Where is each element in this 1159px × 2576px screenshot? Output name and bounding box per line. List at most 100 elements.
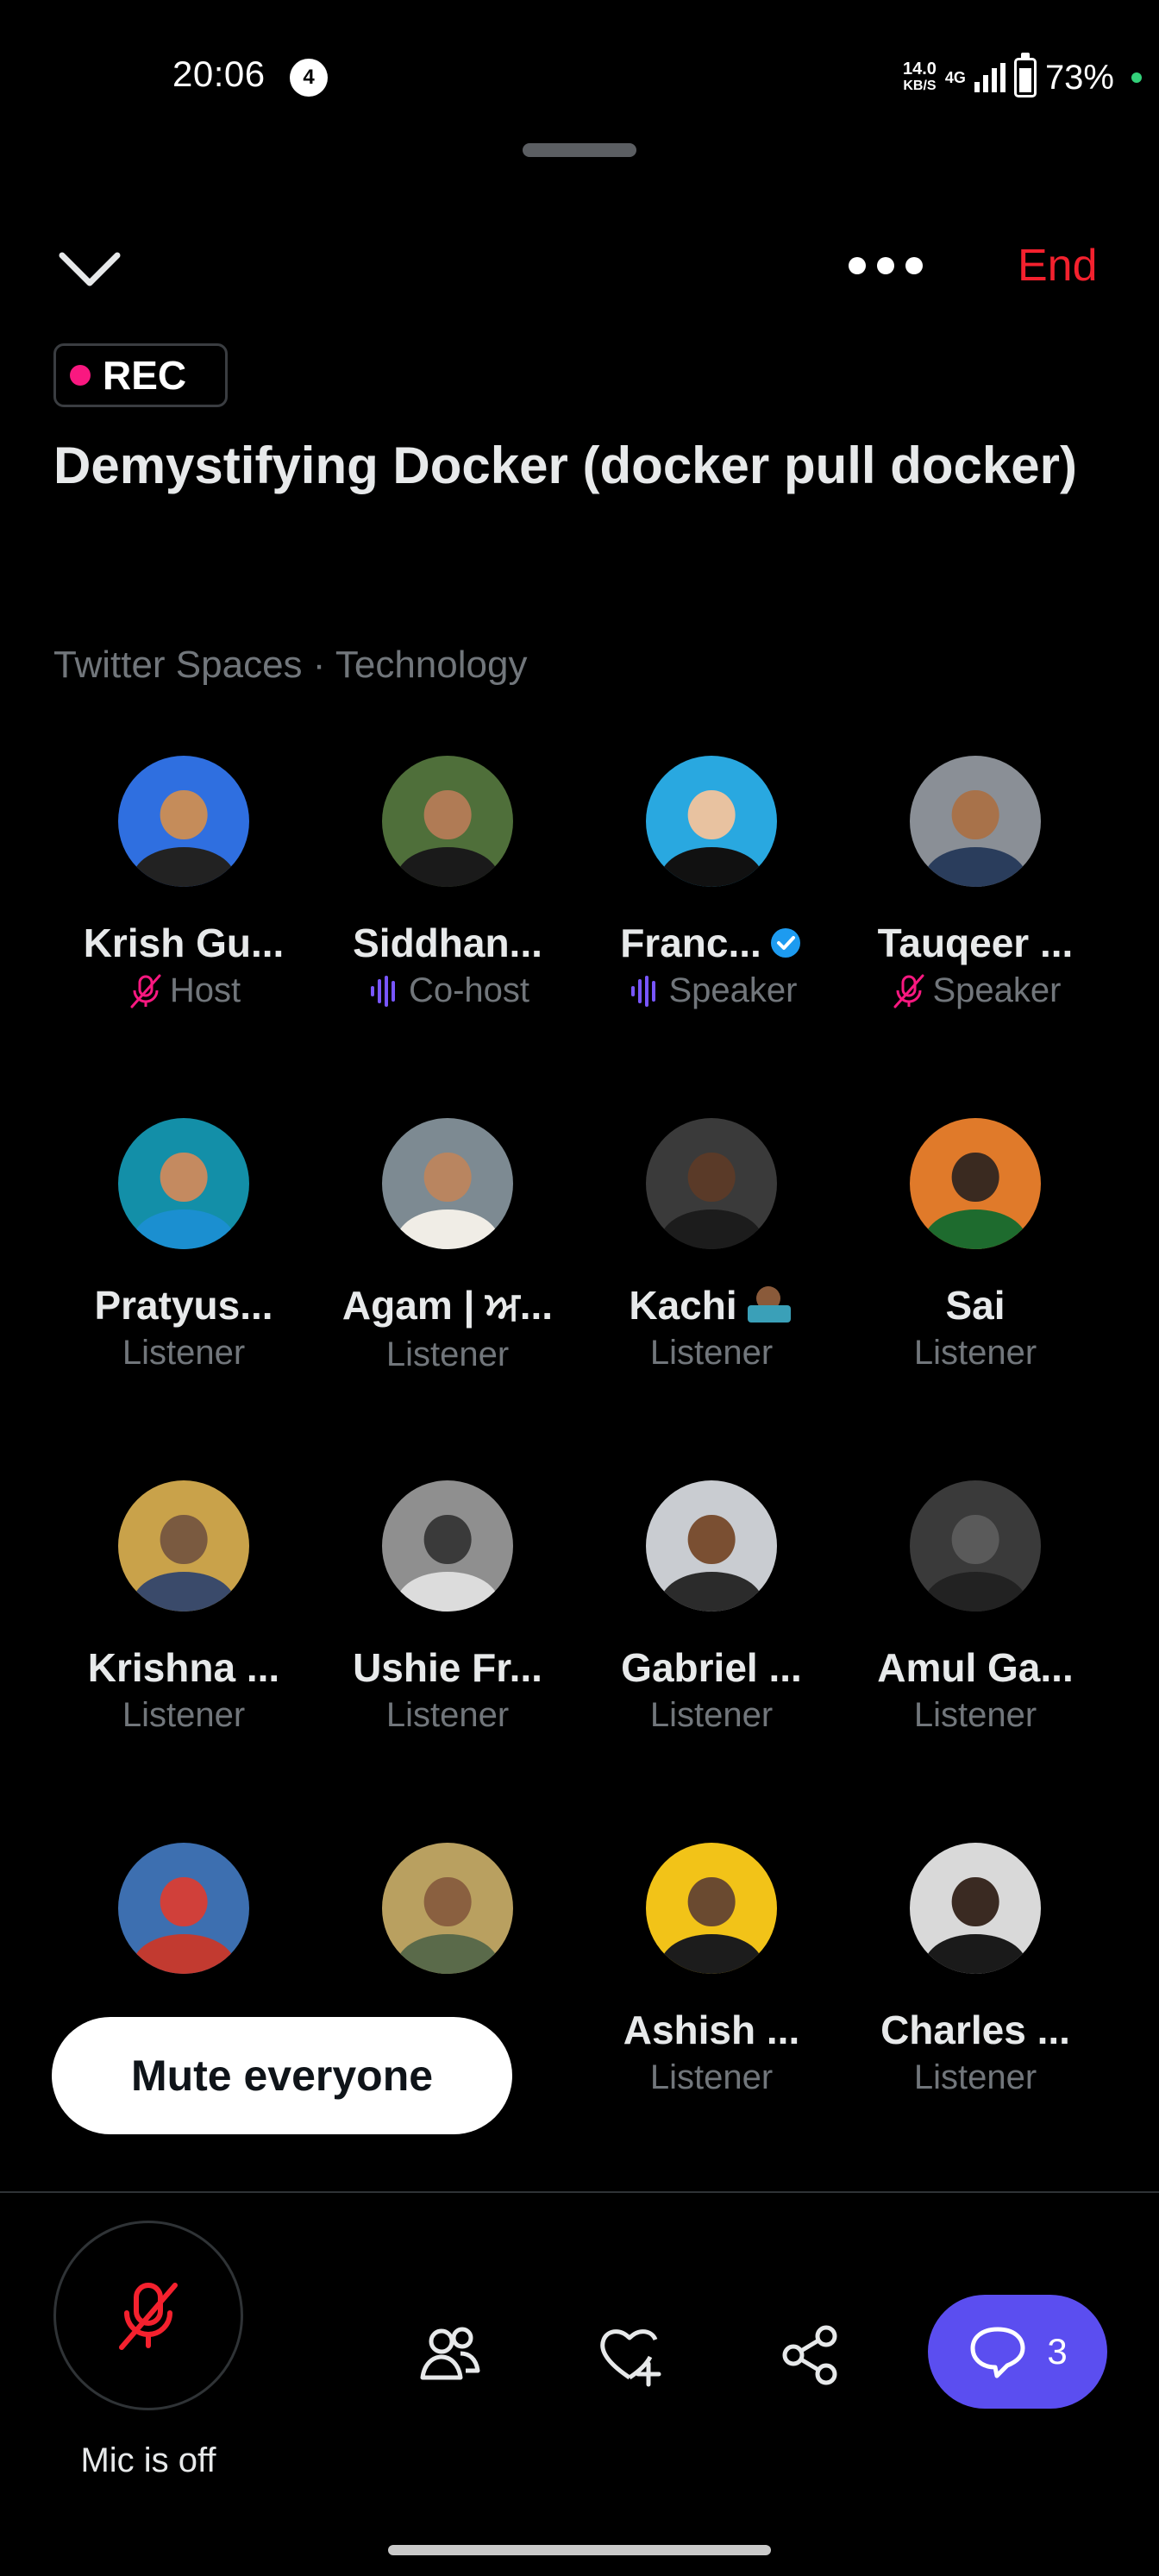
participant-role: Listener — [580, 1334, 843, 1373]
avatar[interactable] — [646, 1118, 777, 1249]
participant-name-text: Franc... — [620, 920, 761, 965]
recording-dot — [70, 365, 91, 386]
participant-name: Krishna ... — [52, 1644, 316, 1691]
avatar[interactable] — [646, 1843, 777, 1974]
participant-name: Krish Gu... — [52, 920, 316, 966]
avatar[interactable] — [382, 1843, 513, 1974]
participant-name: Agam | ਅ... — [316, 1282, 580, 1330]
net-speed-unit: KB/S — [903, 79, 937, 93]
participant-card[interactable]: Franc... Speaker — [580, 756, 843, 1010]
speaking-wave-icon — [630, 975, 655, 1007]
mic-status-label: Mic is off — [80, 2441, 216, 2479]
heart-plus-icon[interactable] — [595, 2321, 664, 2390]
participant-card[interactable]: Pratyus... Listener — [52, 1118, 316, 1373]
participant-card[interactable]: Tauqeer ... Speaker — [843, 756, 1107, 1010]
participant-role: Listener — [316, 1335, 580, 1374]
participant-name-text: Gabriel ... — [621, 1645, 802, 1690]
participant-name: Pratyus... — [52, 1282, 316, 1329]
participant-card[interactable]: Siddhan... Co-host — [316, 756, 580, 1010]
participant-card[interactable]: Sai Listener — [843, 1118, 1107, 1373]
avatar[interactable] — [646, 1480, 777, 1612]
notification-count-badge: 4 — [290, 59, 328, 97]
participant-name-text: Kachi — [629, 1283, 737, 1328]
chat-bubble-icon — [970, 2327, 1025, 2378]
participant-name-text: Tauqeer ... — [877, 920, 1074, 965]
comments-button[interactable]: 3 — [928, 2295, 1107, 2409]
share-icon[interactable] — [776, 2321, 845, 2390]
participant-role-text: Listener — [649, 2058, 774, 2096]
network-type: 4G — [944, 69, 966, 86]
status-time: 20:06 — [172, 53, 266, 94]
participant-role-text: Speaker — [932, 971, 1062, 1009]
participant-role-text: Listener — [385, 1335, 510, 1373]
avatar[interactable] — [382, 1480, 513, 1612]
battery-icon — [1013, 53, 1037, 97]
participant-card[interactable]: Gabriel ... Listener — [580, 1480, 843, 1735]
participant-card[interactable]: Amul Ga... Listener — [843, 1480, 1107, 1735]
participant-card[interactable]: Agam | ਅ... Listener — [316, 1118, 580, 1374]
participant-role-text: Listener — [122, 1696, 246, 1734]
participant-card[interactable]: Charles ... Listener — [843, 1843, 1107, 2097]
sheet-drag-handle[interactable] — [523, 143, 636, 157]
participant-card[interactable] — [316, 1843, 580, 1974]
participant-role: Listener — [843, 1334, 1107, 1373]
participant-name-text: Siddhan... — [353, 920, 542, 965]
status-icons: 14.0 KB/S 4G 73% — [903, 52, 1142, 104]
participant-card[interactable]: Krishna ... Listener — [52, 1480, 316, 1735]
more-options-icon[interactable] — [849, 255, 923, 276]
avatar[interactable] — [910, 1480, 1041, 1612]
mute-everyone-button[interactable]: Mute everyone — [52, 2017, 512, 2134]
net-speed: 14.0 KB/S — [903, 60, 937, 95]
avatar[interactable] — [646, 756, 777, 887]
participant-name-text: Sai — [945, 1283, 1006, 1328]
participant-card[interactable]: Ushie Fr... Listener — [316, 1480, 580, 1735]
participant-name: Charles ... — [843, 2007, 1107, 2053]
mic-off-icon — [130, 974, 161, 1008]
battery-level: 73% — [1044, 58, 1114, 97]
technologist-emoji-icon — [744, 1286, 794, 1324]
participant-name: Amul Ga... — [843, 1644, 1107, 1691]
participant-role-text: Co-host — [408, 971, 530, 1009]
avatar[interactable] — [118, 1843, 249, 1974]
participant-card[interactable] — [52, 1843, 316, 1974]
signal-icon — [974, 63, 1006, 92]
participant-name: Tauqeer ... — [843, 920, 1107, 966]
speaking-wave-icon — [370, 975, 395, 1007]
participant-role-text: Listener — [913, 1696, 1037, 1734]
participant-name: Ushie Fr... — [316, 1644, 580, 1691]
participant-name-text: Krishna ... — [87, 1645, 280, 1690]
home-indicator — [388, 2545, 771, 2555]
participant-name-text: Krish Gu... — [83, 920, 285, 965]
participant-role: Host — [52, 971, 316, 1010]
participant-role-text: Listener — [385, 1696, 510, 1734]
participant-role-text: Listener — [913, 2058, 1037, 2096]
participant-name: Ashish ... — [580, 2007, 843, 2053]
participant-card[interactable]: Krish Gu... Host — [52, 756, 316, 1010]
avatar[interactable] — [118, 756, 249, 887]
avatar[interactable] — [118, 1480, 249, 1612]
avatar[interactable] — [910, 1843, 1041, 1974]
avatar[interactable] — [910, 1118, 1041, 1249]
participant-role: Listener — [316, 1696, 580, 1735]
participant-name: Franc... — [580, 920, 843, 966]
participant-name-text: Charles ... — [880, 2007, 1070, 2052]
recording-label: REC — [103, 353, 187, 398]
toolbar-divider — [0, 2191, 1159, 2193]
avatar[interactable] — [118, 1118, 249, 1249]
chevron-down-icon[interactable] — [57, 245, 122, 293]
recording-badge: REC — [53, 343, 228, 407]
end-space-button[interactable]: End — [1018, 240, 1098, 292]
avatar[interactable] — [382, 756, 513, 887]
avatar[interactable] — [382, 1118, 513, 1249]
participant-role: Co-host — [316, 971, 580, 1010]
participant-card[interactable]: Ashish ... Listener — [580, 1843, 843, 2097]
avatar[interactable] — [910, 756, 1041, 887]
participant-card[interactable]: Kachi Listener — [580, 1118, 843, 1373]
participant-name-text: Ashish ... — [623, 2007, 800, 2052]
participant-role: Listener — [52, 1696, 316, 1735]
mic-toggle-button[interactable] — [53, 2221, 243, 2410]
people-icon[interactable] — [416, 2321, 485, 2390]
mic-off-icon — [893, 974, 924, 1008]
mic-off-icon — [119, 2283, 178, 2350]
comments-count: 3 — [1047, 2331, 1068, 2372]
